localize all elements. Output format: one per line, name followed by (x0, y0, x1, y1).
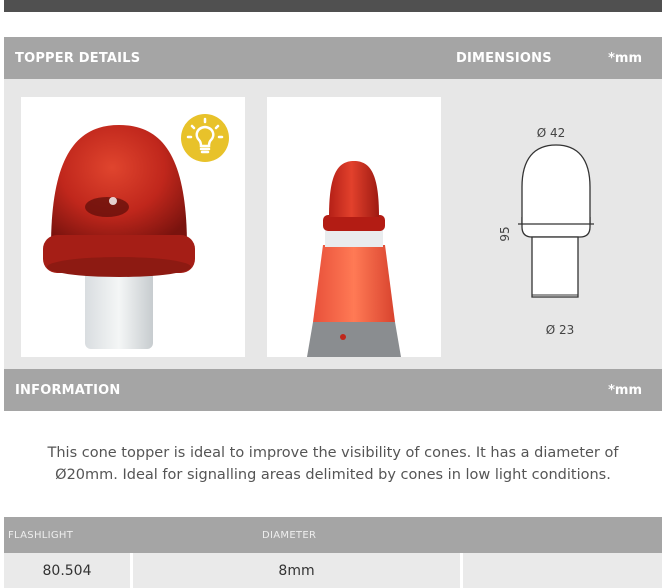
column-header-diameter: DIAMETER (262, 530, 317, 541)
cone-with-topper-photo (267, 97, 441, 357)
bottom-diameter-label: Ø 23 (546, 323, 575, 337)
table-header: FLASHLIGHT DIAMETER (4, 517, 662, 553)
column-header-flashlight: FLASHLIGHT (8, 530, 74, 541)
height-label: 95 (498, 226, 512, 241)
table-row: 80.504 8mm (4, 553, 662, 588)
information-unit: *mm (608, 382, 642, 398)
product-image-panel: Ø 42 Ø 23 95 (4, 79, 662, 369)
information-description: This cone topper is ideal to improve the… (47, 445, 619, 483)
top-dark-bar (4, 0, 662, 12)
information-text-block: This cone topper is ideal to improve the… (4, 411, 662, 517)
topper-photo (21, 97, 245, 357)
cell-flashlight: 80.504 (4, 553, 130, 588)
information-bar: INFORMATION *mm (4, 369, 662, 411)
dimensions-title: DIMENSIONS (456, 50, 552, 66)
lightbulb-icon (181, 114, 229, 162)
top-diameter-label: Ø 42 (537, 126, 566, 140)
topper-details-title: TOPPER DETAILS (15, 50, 141, 66)
dimensions-diagram: Ø 42 Ø 23 95 (498, 126, 594, 337)
dimensions-unit: *mm (608, 50, 642, 66)
information-title: INFORMATION (15, 382, 121, 398)
topper-details-bar: TOPPER DETAILS DIMENSIONS *mm (4, 37, 662, 79)
cell-diameter: 8mm (133, 553, 460, 588)
cell-empty (463, 553, 662, 588)
